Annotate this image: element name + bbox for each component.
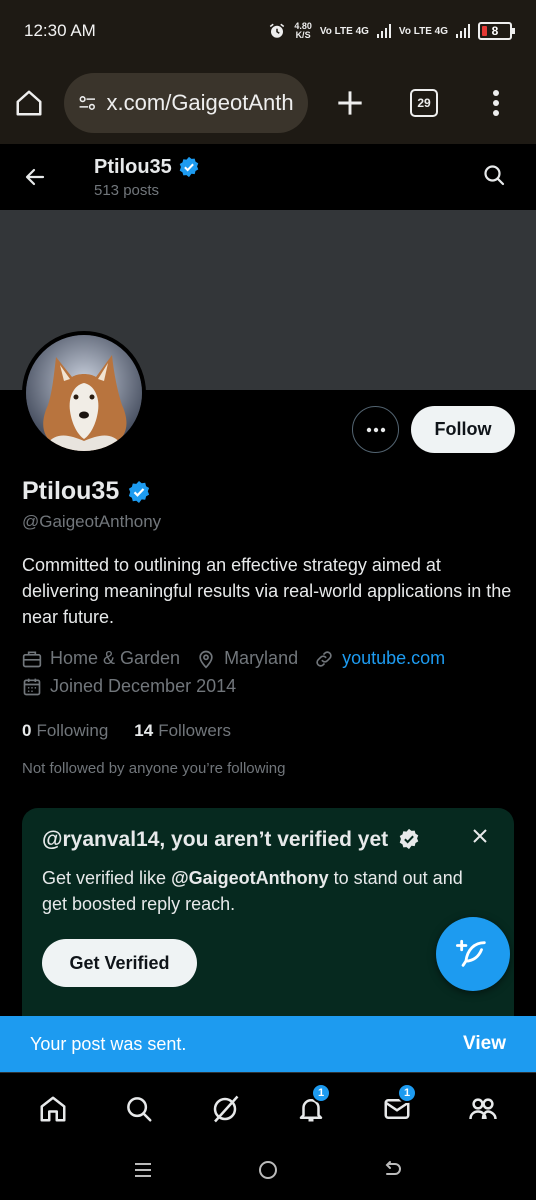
profile-website[interactable]: youtube.com [314,648,445,669]
new-tab-button[interactable] [336,89,364,117]
following-count: 0 [22,721,32,740]
verified-badge-icon[interactable] [127,480,151,504]
close-card-button[interactable] [472,828,488,849]
nav-notifications[interactable]: 1 [287,1082,335,1133]
system-navigation-bar [0,1144,536,1200]
card-text-handle: @GaigeotAnthony [171,868,329,888]
signal-bars-icon [376,24,391,38]
grok-slash-icon [213,1095,239,1122]
not-followed-note: Not followed by anyone you’re following [22,760,286,777]
compose-feather-icon [456,939,486,967]
header-name: Ptilou35 [94,155,172,178]
compose-post-button[interactable] [436,917,510,991]
nav-explore[interactable] [115,1085,163,1133]
search-icon [484,164,505,185]
verification-card-title: @ryanval14, you aren’t verified yet [42,826,422,853]
sim2-signal: Vo LTE 4G [398,25,448,37]
joined-text: Joined December 2014 [50,676,237,696]
followers-label: Followers [158,721,231,740]
verification-card-text: Get verified like @GaigeotAnthony to sta… [42,865,482,917]
more-options-button[interactable] [352,406,399,453]
avatar[interactable] [22,331,146,455]
following-label: Following [36,721,109,740]
briefcase-icon [22,651,42,667]
card-text-prefix: Get verified like [42,868,172,888]
back-button[interactable] [0,165,70,189]
display-name: Ptilou35 [22,477,120,505]
get-verified-button[interactable]: Get Verified [42,939,197,987]
profile-meta-row: Home & Garden Maryland youtube.com [22,648,461,669]
profile-joined: Joined December 2014 [22,676,236,697]
search-icon [127,1096,152,1121]
recent-apps-button[interactable] [132,1159,154,1186]
status-time: 12:30 AM [24,21,96,40]
battery-level: 8 [491,24,499,38]
nav-home[interactable] [29,1085,77,1133]
follow-button[interactable]: Follow [411,406,515,453]
header-name-row: Ptilou35 [94,156,200,179]
network-speed: 4.80 K/S [294,22,312,40]
followers-link[interactable]: 14 Followers [134,721,231,741]
profile-location: Maryland [196,648,298,669]
verified-badge-icon [179,156,199,178]
plus-icon [338,91,362,115]
status-bar: 12:30 AM 4.80 K/S Vo LTE 4G Vo LTE 4G 8 [0,0,536,62]
more-horizontal-icon [366,427,385,432]
husky-dog-photo [26,335,142,451]
battery-icon: 8 [478,22,515,40]
menu-lines-icon [134,1162,151,1177]
tab-count: 29 [410,89,438,117]
site-settings-icon[interactable] [78,92,97,114]
verified-check-icon [399,828,419,850]
system-home-button[interactable] [257,1159,279,1186]
signal-bars-icon [456,24,470,38]
notifications-badge: 1 [311,1082,331,1103]
header-post-count: 513 posts [94,181,160,199]
verification-title-text: @ryanval14, you aren’t verified yet [42,828,389,851]
bottom-navigation: 1 1 [0,1072,536,1144]
profile-top-bar: Ptilou35 513 posts [0,144,536,210]
browser-menu-button[interactable] [492,89,500,117]
follow-counts: 0 Following 14 Followers [22,721,257,741]
location-text: Maryland [224,648,299,668]
messages-badge: 1 [397,1082,417,1103]
calendar-icon [23,678,41,695]
speed-unit: K/S [295,30,311,40]
browser-toolbar: x.com/GaigeotAnthony 29 [0,62,536,144]
address-bar[interactable]: x.com/GaigeotAnthony [64,73,308,133]
back-arrow-icon [385,1160,402,1175]
category-text: Home & Garden [50,648,181,668]
toast-message: Your post was sent. [30,1033,187,1054]
profile-bio: Committed to outlining an effective stra… [22,555,512,627]
nav-grok[interactable] [201,1085,249,1133]
post-sent-toast: Your post was sent. View [0,1016,536,1072]
link-icon [316,650,332,667]
system-back-button[interactable] [382,1159,404,1186]
location-pin-icon [199,650,213,669]
display-name-row: Ptilou35 [22,477,151,506]
username-handle: @GaigeotAnthony [22,512,162,531]
home-button[interactable] [14,88,44,118]
tab-switcher-button[interactable]: 29 [410,89,438,117]
following-link[interactable]: 0 Following [22,721,108,741]
header-titles: Ptilou35 513 posts [94,156,200,199]
website-link[interactable]: youtube.com [342,648,445,669]
close-icon [473,829,487,843]
toast-view-button[interactable]: View [463,1033,506,1055]
url-text: x.com/GaigeotAnthony [106,90,294,115]
followers-count: 14 [134,721,154,740]
nav-messages[interactable]: 1 [373,1082,421,1133]
alarm-icon [270,23,285,38]
kebab-menu-icon [493,90,499,116]
search-button[interactable] [482,163,506,192]
profile-category: Home & Garden [22,648,180,669]
arrow-left-icon [25,168,45,186]
home-icon [40,1096,66,1121]
home-icon [16,90,42,116]
communities-icon [469,1097,497,1119]
sim1-signal: Vo LTE 4G [319,25,369,37]
circle-home-icon [258,1160,277,1179]
nav-communities[interactable] [459,1085,507,1133]
status-icons: 4.80 K/S Vo LTE 4G Vo LTE 4G 8 [268,22,515,40]
